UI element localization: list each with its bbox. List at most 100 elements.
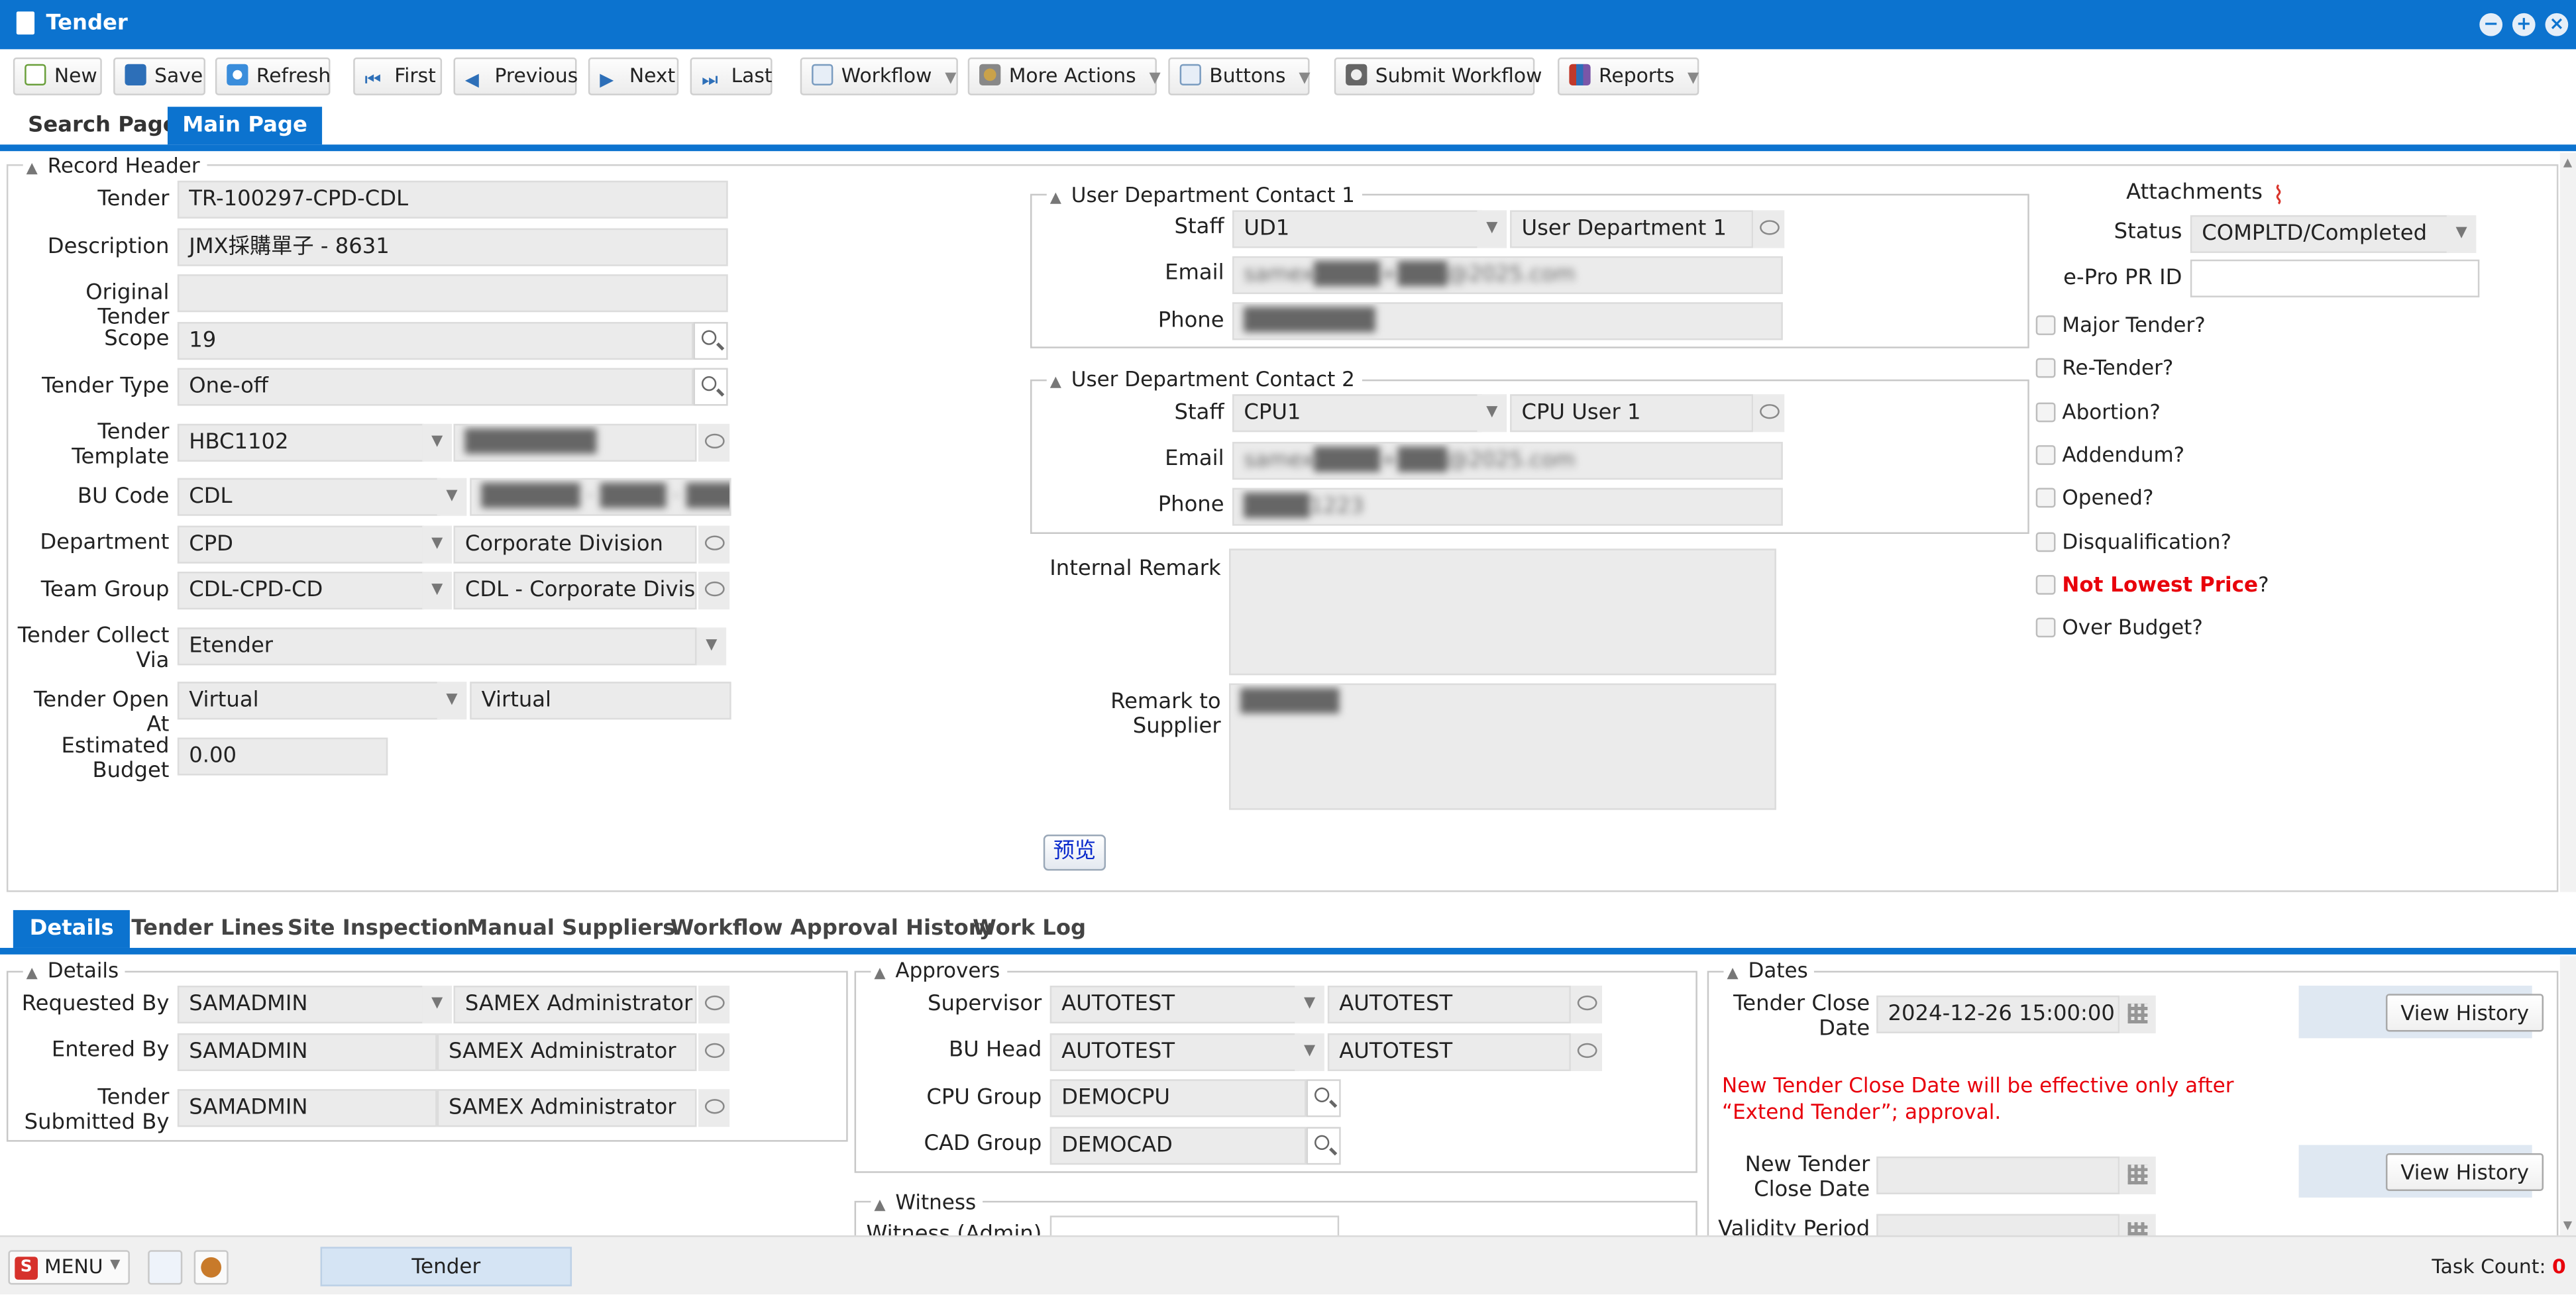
attachments-label[interactable]: Attachments: [2087, 181, 2263, 205]
tender-field[interactable]: TR-100297-CPD-CDL: [177, 180, 728, 219]
submitted-by-field[interactable]: SAMADMIN: [177, 1089, 437, 1127]
re-tender-checkbox[interactable]: [2035, 358, 2056, 378]
package-icon[interactable]: [193, 1250, 229, 1285]
windows-icon[interactable]: [148, 1250, 183, 1285]
minimize-icon[interactable]: −: [2479, 13, 2503, 36]
close-icon[interactable]: ×: [2545, 13, 2569, 36]
cad-group-field[interactable]: DEMOCAD: [1049, 1127, 1307, 1165]
entered-by-field[interactable]: SAMADMIN: [177, 1033, 437, 1071]
comment-icon[interactable]: [1753, 210, 1785, 248]
major-tender-checkbox[interactable]: [2035, 315, 2056, 335]
comment-icon[interactable]: [1570, 1033, 1602, 1071]
workflow-menu-button[interactable]: Workflow ▼: [800, 57, 958, 95]
first-button[interactable]: ⏮ First: [353, 57, 443, 95]
maximize-icon[interactable]: +: [2512, 13, 2536, 36]
more-actions-menu-button[interactable]: More Actions ▼: [967, 57, 1161, 95]
chevron-down-icon[interactable]: ▼: [437, 478, 467, 516]
close-date-field[interactable]: 2024-12-26 15:00:00: [1876, 995, 2120, 1033]
contact1-title[interactable]: ▲ User Department Contact 1: [1046, 182, 1362, 207]
next-button[interactable]: ▶ Next: [588, 57, 679, 95]
chevron-down-icon[interactable]: ▼: [1295, 1033, 1324, 1071]
open-window-tab[interactable]: Tender: [320, 1247, 572, 1286]
tender-type-search-icon[interactable]: [693, 368, 728, 406]
tender-template-field[interactable]: HBC1102: [177, 423, 424, 462]
tab-details[interactable]: Details: [13, 909, 131, 948]
description-field[interactable]: JMX採購單子 - 8631: [177, 228, 728, 266]
comment-icon[interactable]: [1753, 394, 1785, 433]
tab-search-page[interactable]: Search Page: [13, 107, 192, 144]
reports-menu-button[interactable]: Reports ▼: [1558, 57, 1699, 95]
view-history-button[interactable]: View History: [2385, 994, 2544, 1032]
comment-icon[interactable]: [698, 986, 730, 1024]
disqualification-checkbox[interactable]: [2035, 532, 2056, 552]
tab-work-log[interactable]: Work Log: [956, 910, 1102, 948]
comment-icon[interactable]: [698, 572, 730, 610]
chevron-down-icon[interactable]: ▼: [422, 572, 452, 610]
comment-icon[interactable]: [698, 1033, 730, 1071]
supplier-remark-textarea[interactable]: ██████: [1229, 683, 1776, 810]
preview-button[interactable]: 预览: [1043, 834, 1106, 871]
budget-field[interactable]: 0.00: [177, 737, 388, 776]
opened-checkbox[interactable]: [2035, 488, 2056, 508]
original-tender-field[interactable]: [177, 274, 728, 313]
chevron-down-icon[interactable]: ▼: [1477, 210, 1507, 248]
previous-button[interactable]: ◀ Previous: [453, 57, 578, 95]
calendar-icon[interactable]: [2120, 995, 2156, 1033]
scroll-down-icon[interactable]: ▼: [2563, 1219, 2572, 1232]
chevron-down-icon[interactable]: ▼: [1477, 394, 1507, 433]
comment-icon[interactable]: [698, 1089, 730, 1127]
tender-type-field[interactable]: One-off: [177, 368, 694, 406]
details-title[interactable]: ▲ Details: [23, 957, 126, 983]
contact2-title[interactable]: ▲ User Department Contact 2: [1046, 366, 1362, 391]
not-lowest-price-checkbox[interactable]: [2035, 575, 2056, 595]
chevron-down-icon[interactable]: ▼: [422, 423, 452, 462]
menu-button[interactable]: S MENU ▼: [8, 1250, 130, 1285]
calendar-icon[interactable]: [2120, 1156, 2156, 1194]
last-button[interactable]: ⏭ Last: [690, 57, 773, 95]
scroll-up-icon[interactable]: ▲: [2563, 156, 2572, 170]
epro-field[interactable]: [2190, 259, 2480, 297]
scope-search-icon[interactable]: [693, 322, 728, 360]
contact2-email-field[interactable]: samex████+███@2025.com: [1232, 442, 1783, 480]
cpu-group-search-icon[interactable]: [1306, 1079, 1341, 1117]
chevron-down-icon[interactable]: ▼: [696, 627, 727, 666]
new-button[interactable]: New: [13, 57, 102, 95]
cpu-group-field[interactable]: DEMOCPU: [1049, 1079, 1307, 1117]
contact2-phone-field[interactable]: ████1223: [1232, 488, 1783, 526]
contact1-phone-field[interactable]: ████████: [1232, 302, 1783, 340]
main-scrollbar[interactable]: ▲: [2559, 152, 2576, 892]
contact1-email-field[interactable]: samex████+███@2025.com: [1232, 256, 1783, 294]
chevron-down-icon[interactable]: ▼: [437, 682, 467, 720]
department-field[interactable]: CPD: [177, 525, 424, 564]
contact2-staff-field[interactable]: CPU1: [1232, 394, 1482, 433]
tab-main-page[interactable]: Main Page: [167, 107, 323, 145]
view-history-button-2[interactable]: View History: [2385, 1153, 2544, 1191]
scope-field[interactable]: 19: [177, 322, 694, 360]
contact1-staff-field[interactable]: UD1: [1232, 210, 1482, 248]
status-field[interactable]: COMPLTD/Completed: [2190, 215, 2450, 253]
approvers-title[interactable]: ▲ Approvers: [871, 957, 1007, 983]
cad-group-search-icon[interactable]: [1306, 1127, 1341, 1165]
comment-icon[interactable]: [698, 423, 730, 462]
chevron-down-icon[interactable]: ▼: [422, 986, 452, 1024]
comment-icon[interactable]: [1570, 986, 1602, 1024]
bu-head-field[interactable]: AUTOTEST: [1049, 1033, 1300, 1071]
buttons-menu-button[interactable]: Buttons ▼: [1168, 57, 1310, 95]
supervisor-field[interactable]: AUTOTEST: [1049, 986, 1300, 1024]
refresh-button[interactable]: Refresh: [215, 57, 331, 95]
abortion-checkbox[interactable]: [2035, 402, 2056, 423]
requested-by-field[interactable]: SAMADMIN: [177, 986, 424, 1024]
record-header-title[interactable]: ▲ Record Header: [23, 152, 207, 178]
team-group-field[interactable]: CDL-CPD-CD: [177, 572, 424, 610]
internal-remark-textarea[interactable]: [1229, 548, 1776, 676]
bu-code-field[interactable]: CDL: [177, 478, 441, 516]
save-button[interactable]: Save: [113, 57, 205, 95]
over-budget-checkbox[interactable]: [2035, 617, 2056, 638]
comment-icon[interactable]: [698, 525, 730, 564]
paperclip-icon[interactable]: ⌇: [2273, 181, 2284, 211]
detail-scrollbar[interactable]: ▼: [2559, 956, 2576, 1235]
chevron-down-icon[interactable]: ▼: [1295, 986, 1324, 1024]
dates-title[interactable]: ▲ Dates: [1723, 957, 1815, 983]
witness-title[interactable]: ▲ Witness: [871, 1189, 983, 1214]
addendum-checkbox[interactable]: [2035, 445, 2056, 465]
